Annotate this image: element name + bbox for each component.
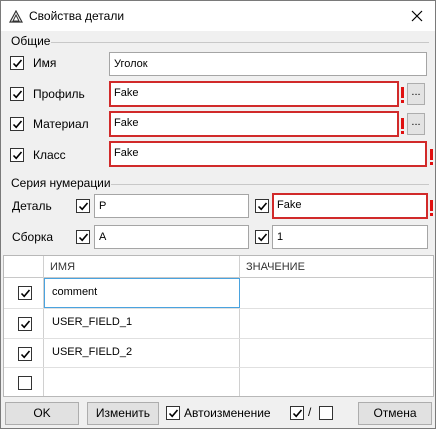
column-header-value[interactable]: ЗНАЧЕНИЕ (240, 256, 433, 278)
auto-change-checkbox[interactable] (166, 406, 180, 420)
row-name: comment (52, 286, 98, 298)
title-bar: Свойства детали (1, 1, 435, 31)
checkmark-icon (78, 233, 89, 242)
checkmark-icon (257, 233, 268, 242)
assembly-start-field[interactable]: 1 (272, 225, 428, 249)
window-title: Свойства детали (29, 9, 125, 23)
checkmark-icon (12, 151, 23, 160)
checkmark-icon (12, 120, 23, 129)
assembly-label: Сборка (12, 230, 54, 244)
column-header-name[interactable]: ИМЯ (44, 256, 240, 278)
material-field[interactable]: Fake (109, 111, 399, 137)
checkmark-icon (12, 90, 23, 99)
checkmark-icon (168, 409, 179, 418)
profile-field[interactable]: Fake (109, 81, 399, 107)
name-label: Имя (33, 56, 57, 70)
profile-browse-button[interactable]: ... (407, 83, 425, 105)
dialog-footer: OK Изменить Автоизменение / Отмена (1, 399, 435, 428)
detail-start-field[interactable]: Fake (272, 193, 428, 219)
checkmark-icon (292, 409, 303, 418)
general-group-divider (51, 42, 429, 43)
checkmark-icon (12, 59, 23, 68)
ok-button[interactable]: OK (5, 402, 79, 425)
row-divider (4, 367, 433, 368)
checkmark-icon (257, 202, 268, 211)
assembly-prefix-checkbox[interactable] (76, 230, 90, 244)
material-label: Материал (33, 117, 89, 131)
part-properties-dialog: Свойства детали Общие Имя Уголок Профиль… (0, 0, 436, 429)
user-fields-table[interactable]: ИМЯ ЗНАЧЕНИЕ comment USER_FIELD_1 USER_F… (3, 255, 434, 397)
checkmark-icon (78, 202, 89, 211)
detail-start-checkbox[interactable] (255, 199, 269, 213)
row-divider (4, 308, 433, 309)
toggle-separator: / (308, 405, 312, 419)
change-button[interactable]: Изменить (87, 402, 159, 425)
name-checkbox[interactable] (10, 56, 24, 70)
material-error-icon (401, 118, 405, 134)
detail-prefix-field[interactable]: P (94, 194, 249, 218)
numbering-group-divider (111, 184, 429, 185)
class-field[interactable]: Fake (109, 141, 427, 167)
detail-label: Деталь (12, 199, 52, 213)
cancel-button[interactable]: Отмена (358, 402, 432, 425)
row-checkbox[interactable] (18, 317, 32, 331)
close-icon (411, 10, 423, 22)
row-name[interactable]: USER_FIELD_1 (52, 316, 132, 328)
general-group-label: Общие (11, 34, 51, 48)
material-browse-button[interactable]: ... (407, 113, 425, 135)
name-field[interactable]: Уголок (109, 52, 427, 76)
check-all-toggle[interactable] (290, 406, 304, 420)
checkmark-icon (20, 350, 31, 359)
class-label: Класс (33, 148, 66, 162)
material-checkbox[interactable] (10, 117, 24, 131)
close-button[interactable] (405, 5, 429, 27)
numbering-group-label: Серия нумерации (11, 176, 111, 190)
detail-prefix-checkbox[interactable] (76, 199, 90, 213)
assembly-prefix-field[interactable]: A (94, 225, 249, 249)
class-checkbox[interactable] (10, 148, 24, 162)
class-error-icon (430, 149, 434, 165)
row-checkbox[interactable] (18, 286, 32, 300)
app-triangle-icon (9, 10, 23, 23)
row-checkbox[interactable] (18, 347, 32, 361)
table-header-check (4, 256, 44, 278)
row-divider (4, 338, 433, 339)
profile-error-icon (401, 87, 405, 103)
checkmark-icon (20, 320, 31, 329)
checkmark-icon (20, 289, 31, 298)
assembly-start-checkbox[interactable] (255, 230, 269, 244)
row-name[interactable]: USER_FIELD_2 (52, 346, 132, 358)
detail-start-error-icon (430, 200, 434, 216)
row-checkbox[interactable] (18, 376, 32, 390)
auto-change-label: Автоизменение (184, 406, 271, 420)
profile-label: Профиль (33, 87, 85, 101)
profile-checkbox[interactable] (10, 87, 24, 101)
uncheck-all-toggle[interactable] (319, 406, 333, 420)
